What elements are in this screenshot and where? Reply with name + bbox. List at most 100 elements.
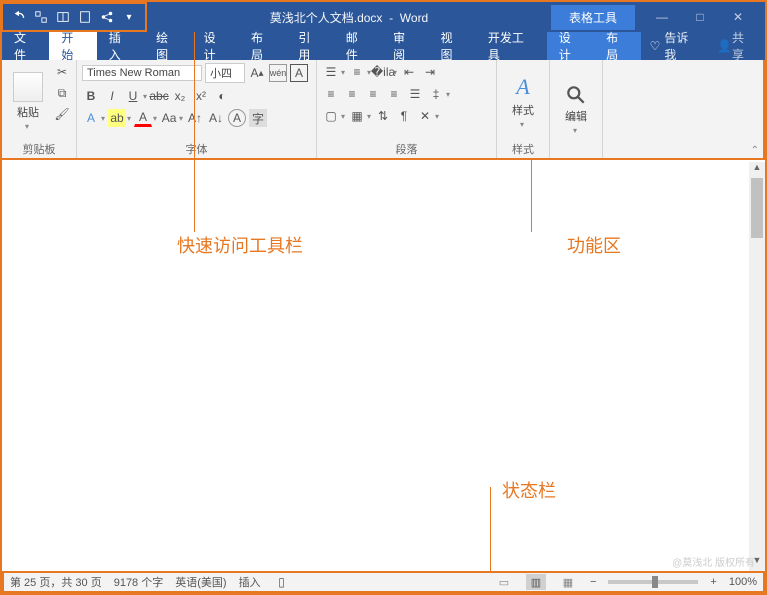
maximize-button[interactable]: □ (685, 10, 715, 24)
page-count[interactable]: 第 25 页，共 30 页 (10, 574, 102, 590)
tab-file[interactable]: 文件 (2, 32, 49, 60)
phonetic-guide-icon[interactable]: wén (269, 64, 287, 82)
line-spacing-icon[interactable]: ‡ (427, 85, 445, 103)
bullets-icon[interactable]: ☰ (322, 63, 340, 81)
character-shading-icon[interactable]: 字 (249, 109, 267, 127)
tab-design[interactable]: 设计 (192, 32, 239, 60)
tab-draw[interactable]: 绘图 (144, 32, 191, 60)
grow-font-icon[interactable]: A↑ (186, 109, 204, 127)
tab-view[interactable]: 视图 (429, 32, 476, 60)
justify-icon[interactable]: ≡ (385, 85, 403, 103)
collapse-ribbon-icon[interactable]: ⌃ (751, 145, 759, 156)
clipboard-icon (13, 72, 43, 102)
show-marks-icon[interactable]: ¶ (395, 107, 413, 125)
read-mode-icon[interactable] (53, 7, 73, 27)
tab-home[interactable]: 开始 (49, 32, 96, 60)
document-area[interactable] (4, 162, 763, 571)
page[interactable] (34, 167, 733, 566)
shading-icon[interactable]: ▢ (322, 107, 340, 125)
paste-button[interactable]: 粘贴 ▾ (7, 63, 49, 140)
annotation-leader (490, 487, 491, 573)
font-name-select[interactable]: Times New Roman (82, 65, 202, 81)
group-editing: 编辑 ▾ (550, 60, 603, 158)
enclose-char-icon[interactable]: A (228, 109, 246, 127)
align-right-icon[interactable]: ≡ (364, 85, 382, 103)
chevron-down-icon[interactable]: ▾ (143, 92, 147, 101)
change-case-icon[interactable]: Aa (160, 109, 178, 127)
tab-table-design[interactable]: 设计 (547, 32, 594, 60)
align-center-icon[interactable]: ≡ (343, 85, 361, 103)
group-font: Times New Roman 小四 A▴ wén A B I U ▾ abc … (77, 60, 317, 158)
tab-references[interactable]: 引用 (286, 32, 333, 60)
share-button[interactable]: 👤 共享 (707, 32, 765, 60)
tell-me[interactable]: ♡ 告诉我 (642, 32, 707, 60)
tab-developer[interactable]: 开发工具 (476, 32, 547, 60)
zoom-level[interactable]: 100% (729, 576, 757, 588)
scroll-track[interactable] (749, 178, 765, 555)
italic-button[interactable]: I (103, 87, 121, 105)
shrink-font-icon[interactable]: A↓ (207, 109, 225, 127)
print-layout-view-icon[interactable]: ▥ (526, 574, 546, 590)
sort-icon[interactable]: ⇅ (374, 107, 392, 125)
annotation-status: 状态栏 (502, 477, 556, 503)
increase-indent-icon[interactable]: ⇥ (421, 63, 439, 81)
character-border-icon[interactable]: A (290, 64, 308, 82)
cut-icon[interactable]: ✂ (53, 63, 71, 81)
word-count[interactable]: 9178 个字 (114, 574, 164, 590)
zoom-slider[interactable] (608, 580, 698, 584)
chevron-down-icon: ▾ (573, 126, 577, 135)
tab-review[interactable]: 审阅 (381, 32, 428, 60)
asian-layout-icon[interactable]: ✕ (416, 107, 434, 125)
lightbulb-icon: ♡ (650, 39, 661, 53)
touch-mode-icon[interactable] (31, 7, 51, 27)
numbering-icon[interactable]: ≡ (348, 63, 366, 81)
styles-button[interactable]: A 样式 ▾ (502, 63, 544, 140)
tell-me-label: 告诉我 (664, 29, 699, 63)
underline-button[interactable]: U (124, 87, 142, 105)
share-label: 共享 (732, 29, 755, 63)
language[interactable]: 英语(美国) (175, 574, 226, 590)
zoom-out-button[interactable]: − (590, 576, 596, 588)
chevron-down-icon: ▾ (520, 120, 524, 129)
read-mode-view-icon[interactable]: ▭ (494, 574, 514, 590)
bold-button[interactable]: B (82, 87, 100, 105)
grow-font-icon[interactable]: A▴ (248, 64, 266, 82)
decrease-indent-icon[interactable]: ⇤ (400, 63, 418, 81)
copy-icon[interactable]: ⧉ (53, 84, 71, 102)
tab-insert[interactable]: 插入 (97, 32, 144, 60)
tab-table-layout[interactable]: 布局 (594, 32, 641, 60)
subscript-button[interactable]: x₂ (171, 87, 189, 105)
text-effects-icon[interactable]: A (82, 109, 100, 127)
undo-icon[interactable] (9, 7, 29, 27)
multilevel-list-icon[interactable]: �ila (374, 63, 392, 81)
page-layout-icon[interactable] (75, 7, 95, 27)
web-layout-view-icon[interactable]: ▦ (558, 574, 578, 590)
styles-label: 样式 (512, 102, 534, 118)
slider-handle[interactable] (652, 576, 658, 588)
editing-button[interactable]: 编辑 ▾ (555, 63, 597, 156)
distributed-icon[interactable]: ☰ (406, 85, 424, 103)
quick-access-toolbar: ▾ (1, 2, 147, 32)
customize-qat-icon[interactable]: ▾ (119, 7, 139, 27)
close-button[interactable]: ✕ (723, 10, 753, 24)
align-left-icon[interactable]: ≡ (322, 85, 340, 103)
editing-group-label (555, 156, 597, 158)
borders-icon[interactable]: ▦ (348, 107, 366, 125)
scroll-thumb[interactable] (751, 178, 763, 238)
paste-label: 粘贴 (17, 104, 39, 120)
font-size-select[interactable]: 小四 (205, 63, 245, 83)
highlight-icon[interactable]: ab (108, 109, 126, 127)
zoom-in-button[interactable]: + (710, 576, 716, 588)
minimize-button[interactable]: — (647, 10, 677, 24)
strikethrough-button[interactable]: abc (150, 87, 168, 105)
tab-mailings[interactable]: 邮件 (334, 32, 381, 60)
tab-layout[interactable]: 布局 (239, 32, 286, 60)
insert-mode[interactable]: 插入 (239, 574, 261, 590)
share-icon[interactable] (97, 7, 117, 27)
clear-formatting-icon[interactable]: ◐ (213, 87, 231, 105)
format-painter-icon[interactable]: 🖌 (53, 105, 71, 123)
macro-record-icon[interactable]: ▯ (273, 573, 291, 591)
font-color-icon[interactable]: A (134, 109, 152, 127)
vertical-scrollbar[interactable]: ▲ ▼ (749, 162, 765, 571)
scroll-up-icon[interactable]: ▲ (753, 162, 762, 178)
